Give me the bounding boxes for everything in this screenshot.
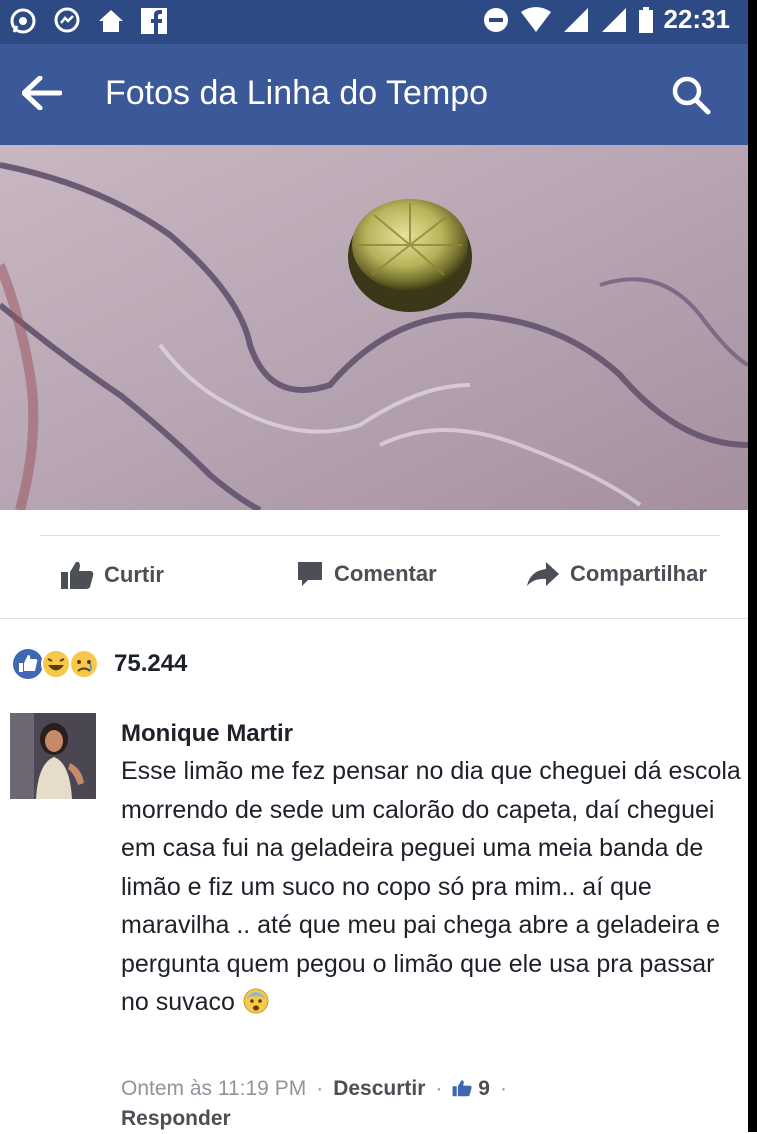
status-bar: 22:31 (0, 0, 748, 44)
divider (0, 618, 748, 619)
share-arrow-icon (527, 562, 559, 586)
like-count-value: 9 (478, 1077, 490, 1100)
app-bar: Fotos da Linha do Tempo (0, 44, 748, 145)
comment-icon (298, 562, 322, 586)
screen-edge (748, 0, 757, 1132)
share-label: Compartilhar (570, 561, 707, 586)
signal-icon (601, 7, 626, 32)
do-not-disturb-icon (483, 7, 508, 32)
comment-text: Esse limão me fez pensar no dia que cheg… (121, 752, 741, 1022)
sad-reaction-icon (69, 649, 99, 679)
comment: Monique Martir Esse limão me fez pensar … (121, 720, 741, 1022)
comment-meta: Ontem às 11:19 PM · Descurtir · 9 · Responde… (121, 1077, 507, 1130)
thumbs-up-icon (61, 561, 94, 589)
reactions-summary[interactable]: 75.244 (10, 646, 187, 682)
system-icons: 22:31 (482, 4, 731, 35)
avatar[interactable] (10, 713, 96, 799)
thumbs-up-icon (452, 1080, 472, 1097)
comment-body: Esse limão me fez pensar no dia que cheg… (121, 757, 741, 1016)
arrow-left-icon (21, 75, 63, 111)
lemon-in-fridge-photo (0, 145, 748, 510)
like-button[interactable]: Curtir (60, 560, 164, 590)
unlike-link[interactable]: Descurtir (333, 1077, 425, 1100)
comment-author[interactable]: Monique Martir (121, 720, 741, 748)
messenger-icon (54, 7, 80, 33)
reply-link[interactable]: Responder (121, 1107, 231, 1130)
post-photo[interactable] (0, 145, 748, 510)
divider (40, 535, 720, 536)
wifi-icon (520, 6, 551, 32)
signal-icon (563, 7, 588, 32)
back-button[interactable] (21, 75, 63, 115)
like-label: Curtir (104, 562, 164, 587)
comment-like-count[interactable]: 9 (452, 1077, 490, 1100)
fearful-face-emoji (243, 988, 269, 1014)
profile-photo (10, 713, 96, 799)
whatsapp-icon (10, 8, 36, 34)
share-button[interactable]: Compartilhar (526, 560, 707, 588)
reaction-count: 75.244 (114, 650, 188, 677)
post-actions: Curtir Comentar Compartilhar (0, 548, 748, 608)
comment-label: Comentar (334, 561, 437, 586)
comment-button[interactable]: Comentar (296, 560, 437, 588)
comment-timestamp[interactable]: Ontem às 11:19 PM (121, 1077, 306, 1100)
page-title: Fotos da Linha do Tempo (105, 74, 489, 112)
notification-icons (8, 6, 168, 36)
search-icon (672, 76, 711, 115)
battery-icon (638, 6, 653, 33)
search-button[interactable] (670, 74, 712, 121)
facebook-icon (141, 8, 167, 34)
clock: 22:31 (663, 4, 731, 34)
home-icon (99, 10, 123, 32)
